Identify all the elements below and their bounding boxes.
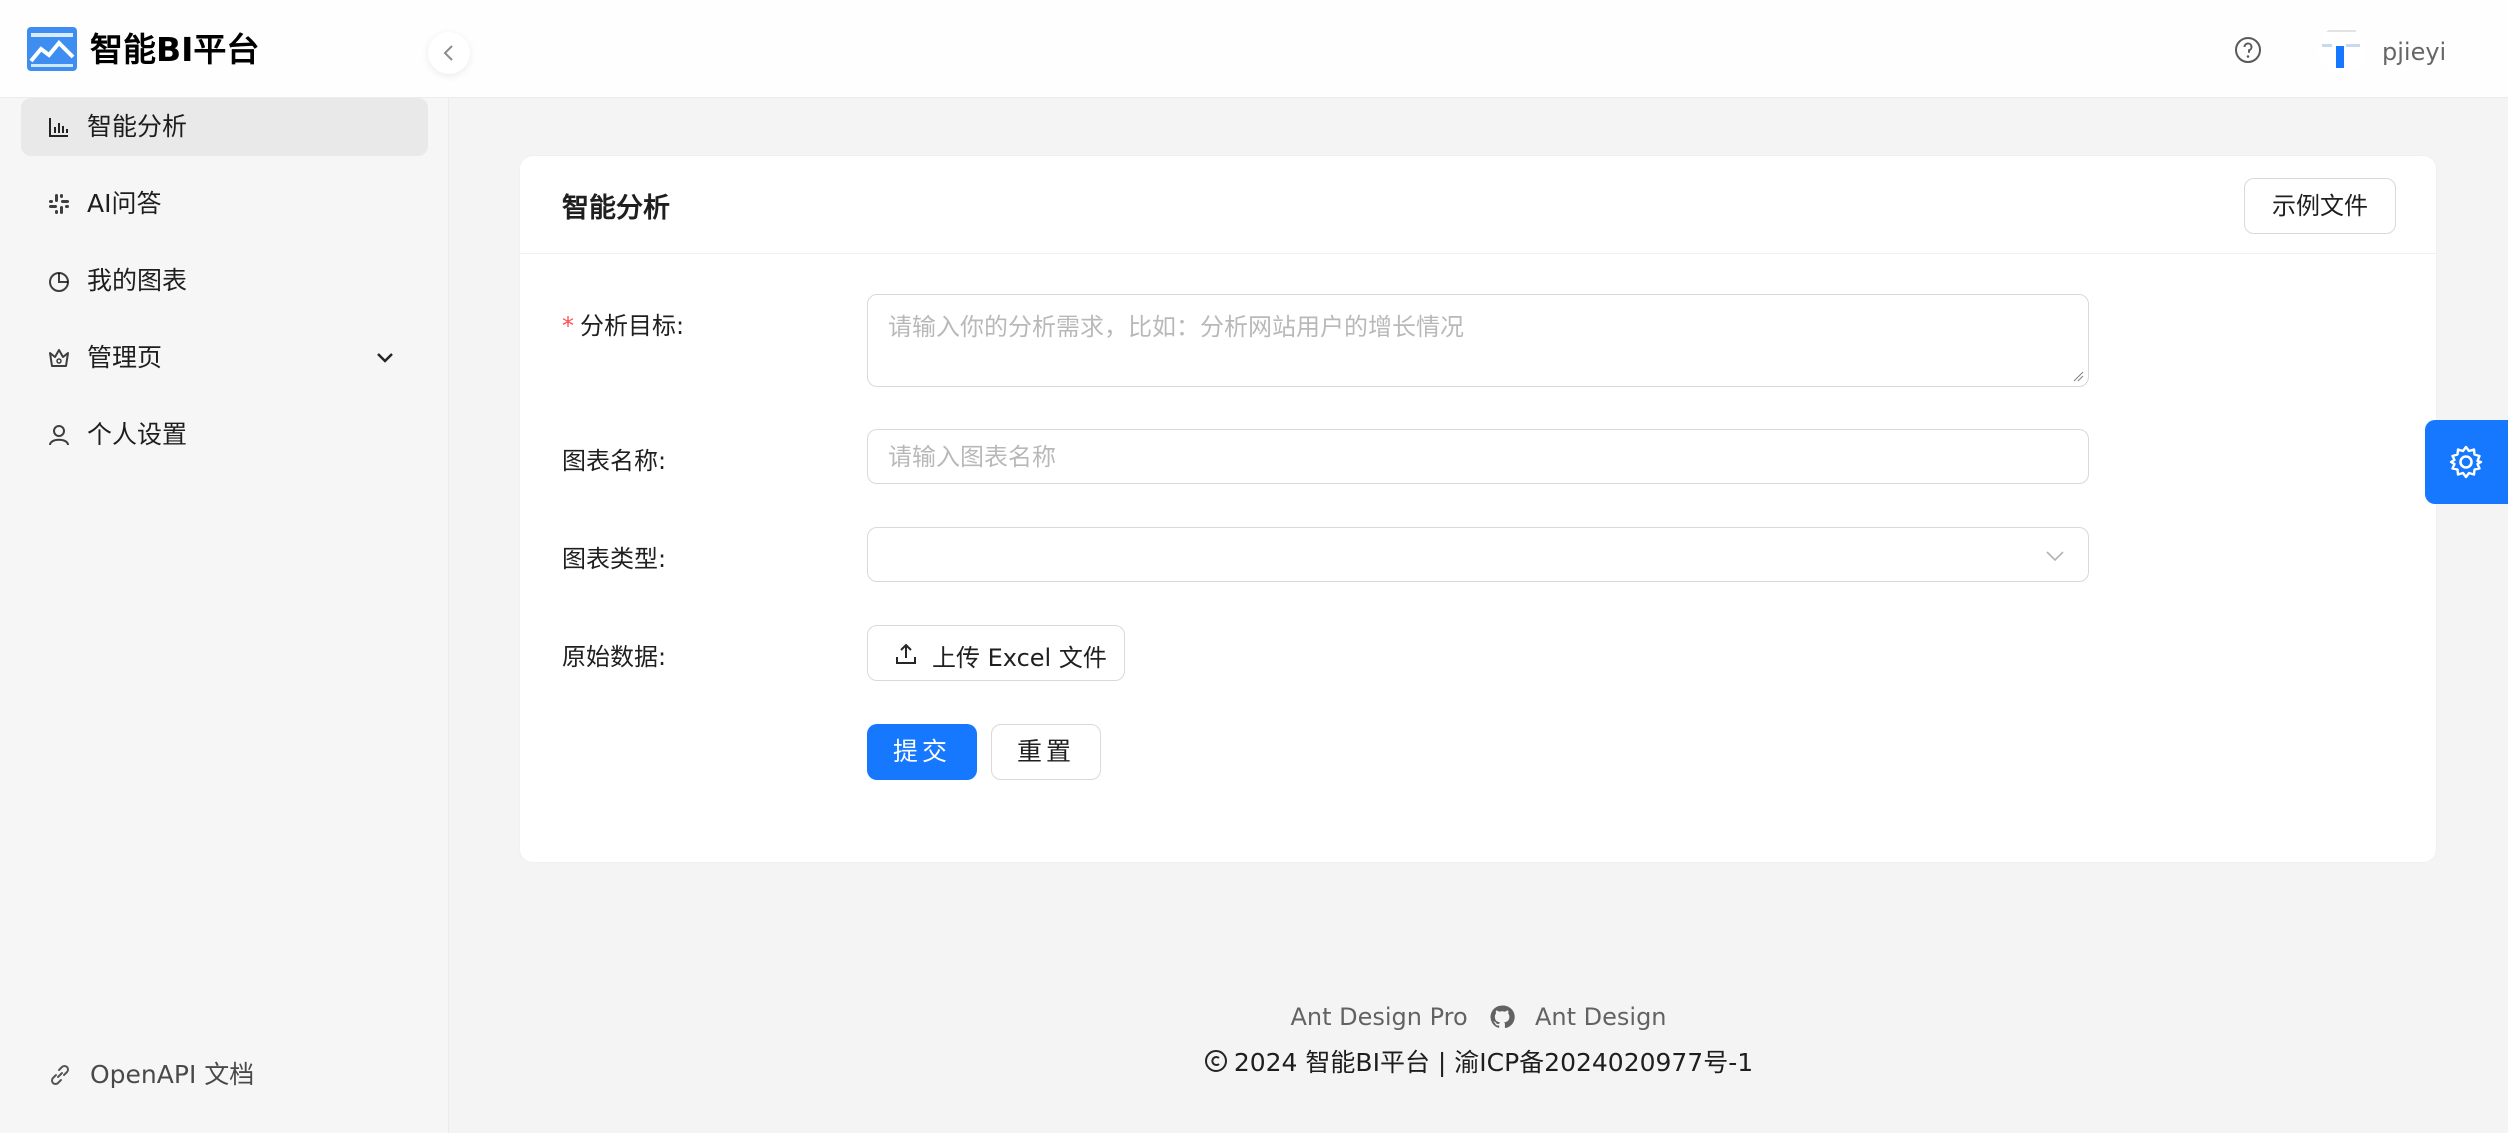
card-header: 智能分析 示例文件: [520, 156, 2436, 254]
submit-button[interactable]: 提交: [867, 724, 977, 780]
footer-link-ant-design[interactable]: Ant Design: [1535, 1003, 1667, 1031]
top-header: 智能BI平台 pjieyi: [0, 0, 2508, 98]
copyright-icon: [1204, 1050, 1227, 1072]
chevron-down-icon: [2046, 551, 2064, 562]
user-icon: [49, 425, 69, 446]
upload-excel-button[interactable]: 上传 Excel 文件: [867, 625, 1125, 681]
chevron-left-icon: [443, 45, 453, 61]
github-icon[interactable]: [1489, 1004, 1516, 1030]
bar-chart-icon: [49, 118, 68, 137]
settings-drawer-button[interactable]: [2425, 420, 2508, 504]
footer-links: Ant Design Pro Ant Design: [0, 1002, 2508, 1031]
sidebar-item-ai-qa[interactable]: AI问答: [21, 175, 428, 233]
upload-excel-label: 上传 Excel 文件: [932, 644, 1107, 672]
upload-icon: [896, 643, 916, 664]
sidebar-item-smart-analysis[interactable]: 智能分析: [21, 98, 428, 156]
chevron-down-icon: [377, 353, 393, 363]
chart-type-select[interactable]: [867, 527, 2089, 582]
example-file-button[interactable]: 示例文件: [2244, 178, 2396, 234]
chart-name-input[interactable]: [868, 430, 2088, 483]
logo-icon: [27, 27, 77, 71]
sidebar-item-label: 智能分析: [87, 112, 188, 141]
required-asterisk: *: [562, 312, 574, 340]
goal-textarea-wrapper: [867, 294, 2089, 387]
resize-handle-icon[interactable]: [2072, 370, 2084, 382]
sidebar-item-settings[interactable]: 个人设置: [21, 406, 428, 464]
crown-icon: [49, 349, 69, 367]
help-icon[interactable]: [2232, 34, 2264, 66]
pie-chart-icon: [49, 272, 69, 292]
sidebar-item-label: 个人设置: [87, 420, 188, 449]
copyright-text: 2024 智能BI平台 | 渝ICP备2024020977号-1: [1233, 1048, 1754, 1077]
goal-label-text: 分析目标:: [580, 312, 685, 340]
gear-icon: [2449, 445, 2483, 479]
sidebar-item-label: 我的图表: [87, 266, 188, 295]
chart-name-wrapper: [867, 429, 2089, 484]
reset-button[interactable]: 重置: [991, 724, 1101, 780]
chart-name-label: 图表名称:: [562, 447, 667, 475]
footer-copyright: 2024 智能BI平台 | 渝ICP备2024020977号-1: [0, 1043, 2508, 1079]
sidebar: 智能分析 AI问答 我的图表 管理页 个人设置: [0, 98, 449, 1133]
sidebar-item-admin[interactable]: 管理页: [21, 329, 428, 387]
app-title[interactable]: 智能BI平台: [90, 26, 259, 74]
avatar[interactable]: [2318, 26, 2366, 74]
sidebar-item-label: AI问答: [87, 189, 162, 218]
chart-type-label: 图表类型:: [562, 545, 667, 573]
slack-icon: [49, 194, 69, 214]
sidebar-item-label: 管理页: [87, 343, 163, 372]
collapse-sidebar-button[interactable]: [428, 32, 470, 74]
footer-link-ant-design-pro[interactable]: Ant Design Pro: [1290, 1003, 1467, 1031]
raw-data-label: 原始数据:: [562, 643, 667, 671]
analysis-card: 智能分析 示例文件 *分析目标: 图表名称: 图表类型: 原始数据: 上传 Ex…: [519, 155, 2437, 863]
card-title: 智能分析: [562, 193, 670, 224]
goal-label: * 分析目标:: [562, 306, 684, 341]
goal-textarea[interactable]: [868, 295, 2088, 386]
username[interactable]: pjieyi: [2382, 38, 2446, 66]
avatar-image-icon: [2322, 30, 2360, 68]
sidebar-item-my-charts[interactable]: 我的图表: [21, 252, 428, 310]
